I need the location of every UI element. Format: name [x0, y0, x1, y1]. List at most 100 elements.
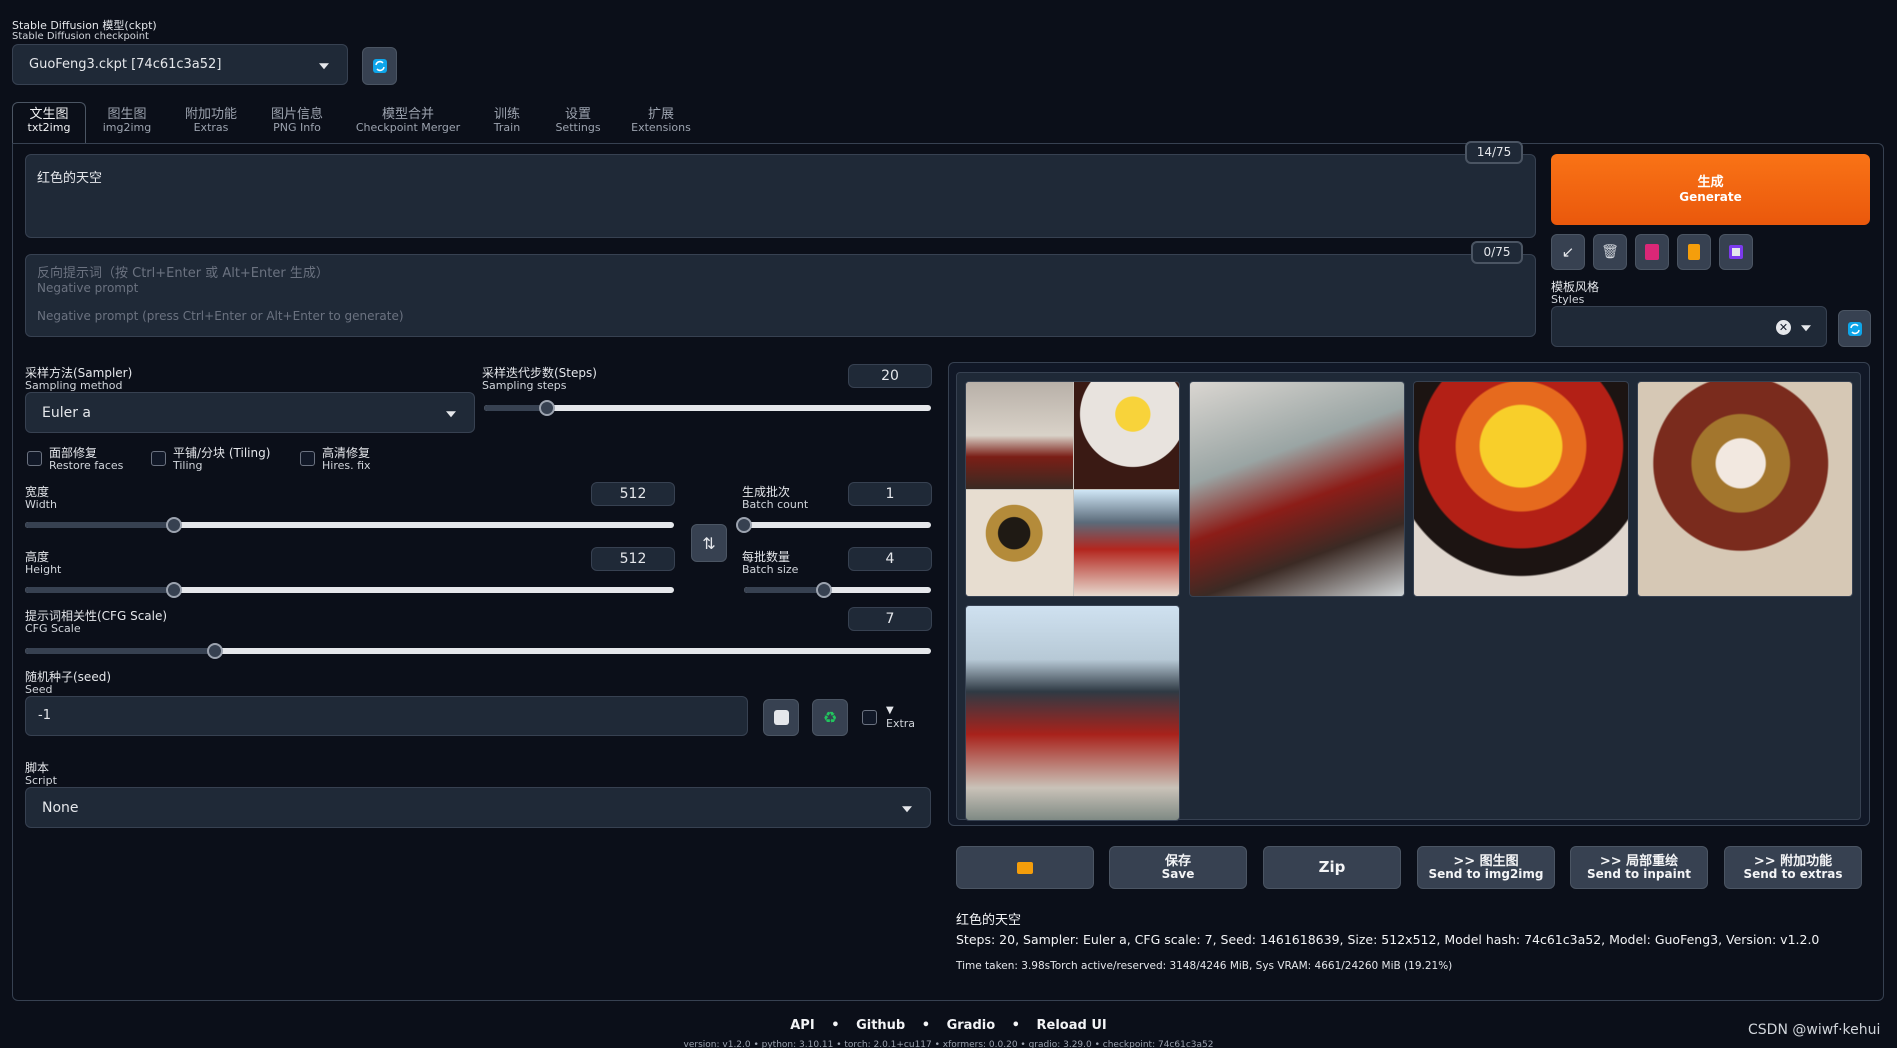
script-value: None [42, 799, 79, 816]
cfg-slider[interactable] [25, 643, 931, 659]
batch-count-input[interactable]: 1 [848, 482, 932, 506]
height-label-en: Height [25, 563, 62, 576]
trash-icon: 🗑 [1601, 244, 1619, 260]
tiling-label-en: Tiling [173, 459, 203, 472]
batch-count-slider[interactable] [736, 517, 931, 533]
seed-input[interactable]: -1 [25, 696, 748, 736]
extra-seed-checkbox[interactable] [862, 710, 877, 725]
zip-button[interactable]: Zip [1263, 846, 1401, 889]
read-params-button[interactable]: ↙ [1551, 234, 1585, 270]
tab-txt2img[interactable]: 文生图 txt2img [12, 108, 86, 134]
refresh-checkpoint-button[interactable] [362, 47, 397, 85]
chevron-down-icon [1801, 324, 1811, 331]
negative-placeholder-en2: Negative prompt (press Ctrl+Enter or Alt… [37, 309, 404, 323]
height-slider[interactable] [25, 582, 674, 598]
negative-placeholder-cn: 反向提示词（按 Ctrl+Enter 或 Alt+Enter 生成） [37, 266, 329, 281]
gallery-image-2[interactable] [1413, 381, 1629, 597]
extra-label: Extra [886, 717, 916, 730]
height-input[interactable]: 512 [591, 547, 675, 571]
gallery-image-1[interactable] [1189, 381, 1405, 597]
negative-prompt-input[interactable]: 反向提示词（按 Ctrl+Enter 或 Alt+Enter 生成） Negat… [25, 254, 1536, 337]
checkpoint-label-en: Stable Diffusion checkpoint [12, 31, 149, 42]
sampler-label-en: Sampling method [25, 379, 123, 392]
steps-input[interactable]: 20 [848, 364, 932, 388]
tab-png-info[interactable]: 图片信息 PNG Info [264, 108, 330, 134]
seed-label-en: Seed [25, 683, 53, 696]
refresh-styles-button[interactable] [1838, 310, 1871, 347]
dice-icon [773, 710, 789, 725]
hires-fix-checkbox[interactable] [300, 451, 315, 466]
footer-link-reload[interactable]: Reload UI [1037, 1018, 1107, 1033]
swap-icon: ⇅ [702, 533, 716, 553]
footer-link-github[interactable]: Github [856, 1018, 905, 1033]
refresh-icon [1847, 321, 1862, 336]
send-to-inpaint-button[interactable]: >> 局部重绘 Send to inpaint [1570, 846, 1708, 889]
slider-thumb[interactable] [538, 400, 555, 416]
floppy-icon [1729, 245, 1743, 259]
chevron-down-icon [319, 62, 329, 69]
script-select[interactable]: None [25, 787, 931, 828]
steps-slider[interactable] [484, 400, 931, 416]
tab-extras[interactable]: 附加功能 Extras [178, 108, 244, 134]
checkpoint-select[interactable]: GuoFeng3.ckpt [74c61c3a52] [12, 44, 348, 85]
chevron-down-icon [902, 805, 912, 812]
footer-link-api[interactable]: API [790, 1018, 814, 1033]
arrow-icon: ↙ [1561, 243, 1575, 261]
width-label-en: Width [25, 498, 57, 511]
info-time: Time taken: 3.98sTorch active/reserved: … [956, 960, 1453, 972]
styles-label-en: Styles [1551, 293, 1585, 306]
reuse-seed-button[interactable]: ♻ [812, 699, 848, 736]
width-slider[interactable] [25, 517, 674, 533]
batch-size-input[interactable]: 4 [848, 547, 932, 571]
hires-fix-label-en: Hires. fix [322, 459, 371, 472]
batch-size-label-en: Batch size [742, 563, 799, 576]
send-to-extras-button[interactable]: >> 附加功能 Send to extras [1724, 846, 1862, 889]
apply-style-button[interactable] [1677, 234, 1711, 270]
info-params: Steps: 20, Sampler: Euler a, CFG scale: … [956, 932, 1820, 947]
negative-token-counter: 0/75 [1471, 241, 1523, 264]
styles-select[interactable]: ✕ [1551, 306, 1827, 347]
recycle-icon: ♻ [822, 708, 838, 727]
tab-train[interactable]: 训练 Train [486, 108, 528, 134]
prompt-input[interactable]: 红色的天空 [25, 154, 1536, 238]
script-label-en: Script [25, 774, 57, 787]
extra-networks-button[interactable] [1635, 234, 1669, 270]
save-button[interactable]: 保存 Save [1109, 846, 1247, 889]
clear-prompt-button[interactable]: 🗑 [1593, 234, 1627, 270]
save-style-button[interactable] [1719, 234, 1753, 270]
steps-label-en: Sampling steps [482, 379, 567, 392]
clipboard-icon [1688, 244, 1700, 260]
tab-checkpoint-merger[interactable]: 模型合并 Checkpoint Merger [352, 108, 464, 134]
width-input[interactable]: 512 [591, 482, 675, 506]
tab-extensions[interactable]: 扩展 Extensions [626, 108, 696, 134]
sampler-value: Euler a [42, 404, 92, 421]
gallery-image-3[interactable] [1637, 381, 1853, 597]
footer-version: version: v1.2.0 • python: 3.10.11 • torc… [683, 1040, 1214, 1048]
open-folder-button[interactable] [956, 846, 1094, 889]
gallery-image-4[interactable] [965, 605, 1180, 821]
send-to-img2img-button[interactable]: >> 图生图 Send to img2img [1417, 846, 1555, 889]
restore-faces-checkbox[interactable] [27, 451, 42, 466]
slider-thumb[interactable] [736, 517, 752, 533]
generate-button[interactable]: 生成 Generate [1551, 154, 1870, 225]
random-seed-button[interactable] [763, 699, 799, 736]
footer-link-gradio[interactable]: Gradio [947, 1018, 996, 1033]
gallery-image-grid[interactable] [965, 381, 1180, 597]
footer-links: API • Github • Gradio • Reload UI [790, 1018, 1107, 1033]
watermark: CSDN @wiwf·kehui [1748, 1022, 1881, 1038]
sampler-select[interactable]: Euler a [25, 392, 475, 433]
tab-img2img[interactable]: 图生图 img2img [96, 108, 158, 134]
refresh-icon [372, 59, 387, 73]
swap-dimensions-button[interactable]: ⇅ [691, 524, 727, 562]
clear-icon[interactable]: ✕ [1776, 320, 1791, 335]
chevron-down-icon [446, 410, 456, 417]
cfg-input[interactable]: 7 [848, 607, 932, 631]
picture-icon [1645, 244, 1659, 260]
prompt-token-counter: 14/75 [1465, 141, 1523, 164]
tiling-checkbox[interactable] [151, 451, 166, 466]
batch-size-slider[interactable] [744, 582, 931, 598]
folder-icon [1017, 861, 1033, 874]
negative-placeholder-en: Negative prompt [37, 281, 139, 295]
checkpoint-value: GuoFeng3.ckpt [74c61c3a52] [29, 57, 222, 72]
tab-settings[interactable]: 设置 Settings [550, 108, 606, 134]
